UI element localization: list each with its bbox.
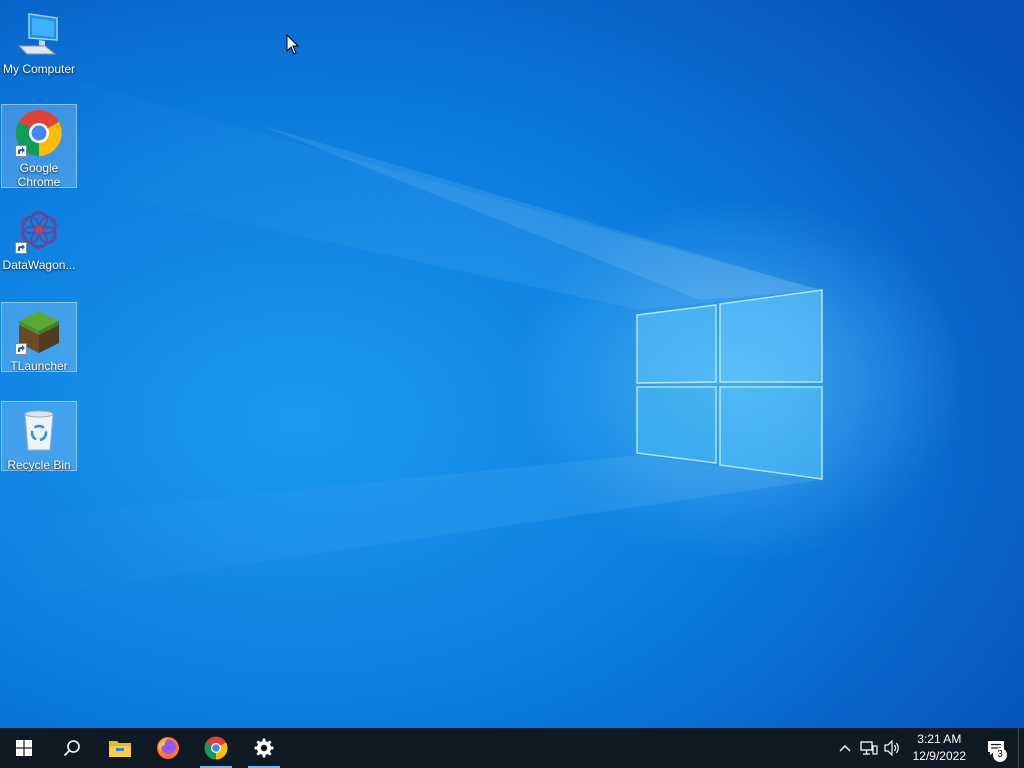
search-icon bbox=[63, 740, 80, 757]
search-button[interactable] bbox=[48, 728, 96, 768]
chrome-icon bbox=[15, 109, 63, 157]
clock[interactable]: 3:21 AM 12/9/2022 bbox=[905, 731, 974, 765]
file-explorer-icon bbox=[109, 741, 131, 757]
start-icon bbox=[16, 740, 32, 756]
icon-label: My Computer bbox=[2, 62, 76, 76]
firefox-icon bbox=[157, 737, 179, 759]
desktop: My Computer Google Chrome DataWagon... T… bbox=[0, 0, 1024, 728]
icon-label: Recycle Bin bbox=[7, 458, 71, 472]
icon-label: Google Chrome bbox=[17, 161, 61, 189]
recycle-bin[interactable]: Recycle Bin bbox=[1, 401, 77, 472]
show-desktop-button[interactable] bbox=[1018, 728, 1024, 768]
notification-count-badge: 3 bbox=[993, 748, 1007, 762]
chrome-taskbar-button[interactable] bbox=[192, 728, 240, 768]
action-center-button[interactable]: 3 bbox=[974, 728, 1018, 768]
tlauncher-shortcut[interactable]: TLauncher bbox=[1, 302, 77, 373]
shortcut-arrow-icon bbox=[15, 242, 27, 254]
settings-taskbar-button[interactable] bbox=[240, 728, 288, 768]
taskbar: 3:21 AM 12/9/2022 3 bbox=[0, 728, 1024, 768]
file-explorer-button[interactable] bbox=[96, 728, 144, 768]
system-tray: 3:21 AM 12/9/2022 3 bbox=[833, 728, 1024, 768]
chrome-icon bbox=[204, 736, 228, 760]
speaker-icon bbox=[884, 740, 899, 756]
show-hidden-icons-button[interactable] bbox=[833, 728, 857, 768]
clock-time: 3:21 AM bbox=[917, 732, 962, 746]
datawagon-shortcut[interactable]: DataWagon... bbox=[1, 202, 77, 274]
my-computer-shortcut[interactable]: My Computer bbox=[1, 6, 77, 76]
chevron-up-icon bbox=[839, 745, 851, 752]
icon-label: DataWagon... bbox=[2, 258, 76, 272]
settings-icon bbox=[254, 738, 274, 758]
icon-label: TLauncher bbox=[10, 359, 68, 373]
recycle-bin-icon bbox=[15, 406, 63, 454]
network-button[interactable] bbox=[857, 728, 881, 768]
volume-button[interactable] bbox=[881, 728, 905, 768]
clock-date: 12/9/2022 bbox=[912, 749, 966, 763]
start-button[interactable] bbox=[0, 728, 48, 768]
google-chrome-shortcut[interactable]: Google Chrome bbox=[1, 104, 77, 189]
computer-icon bbox=[15, 10, 63, 58]
shortcut-arrow-icon bbox=[15, 145, 27, 157]
datawagon-icon bbox=[15, 206, 63, 254]
shortcut-arrow-icon bbox=[15, 343, 27, 355]
mouse-cursor-icon bbox=[286, 34, 300, 55]
tlauncher-icon bbox=[15, 307, 63, 355]
firefox-button[interactable] bbox=[144, 728, 192, 768]
network-icon bbox=[859, 741, 878, 755]
